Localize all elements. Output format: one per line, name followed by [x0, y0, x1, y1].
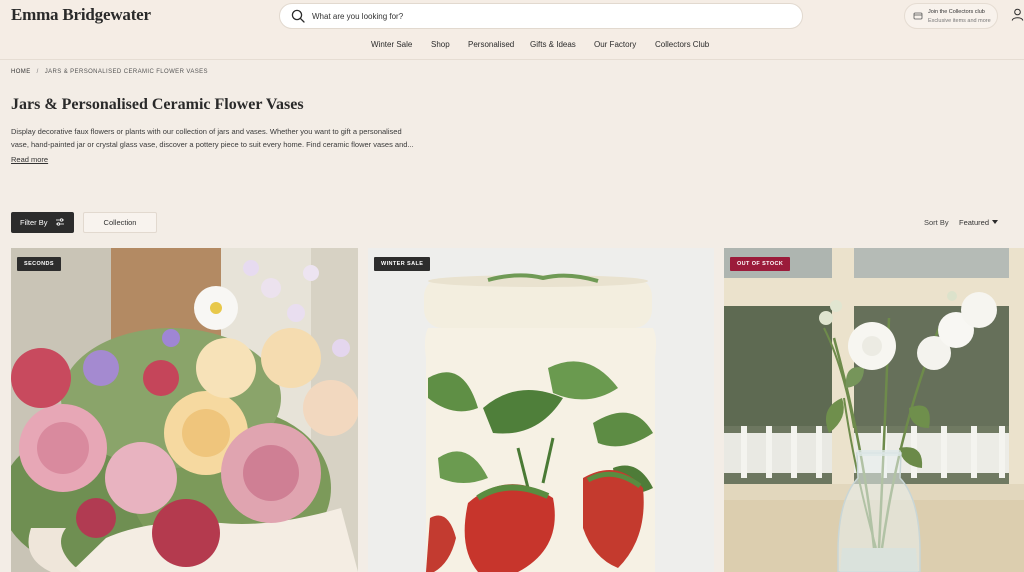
collectors-club-title: Join the Collectors club [928, 9, 985, 15]
sort-value: Featured [959, 218, 990, 227]
sliders-icon [56, 218, 64, 226]
product-card[interactable]: SECONDS [11, 248, 358, 572]
search-icon[interactable] [291, 9, 305, 23]
product-badge: WINTER SALE [374, 257, 431, 271]
description-line: vase, hand-painted jar or crystal glass … [11, 139, 414, 149]
breadcrumb-home[interactable]: HOME [11, 69, 31, 75]
nav-item-personalised[interactable]: Personalised [468, 40, 514, 49]
filter-button[interactable]: Filter By [11, 212, 74, 233]
breadcrumb: HOME / JARS & PERSONALISED CERAMIC FLOWER … [11, 69, 208, 75]
filter-button-label: Filter By [20, 218, 48, 227]
collectors-club-button[interactable]: Join the Collectors club Exclusive items… [904, 3, 998, 29]
site-header: Emma Bridgewater Join the Collectors clu… [0, 0, 1024, 60]
product-badge: OUT OF STOCK [730, 257, 791, 271]
category-description: Display decorative faux flowers or plant… [11, 126, 436, 151]
description-line: Display decorative faux flowers or plant… [11, 127, 402, 136]
breadcrumb-separator: / [36, 69, 39, 75]
read-more-link[interactable]: Read more [11, 155, 48, 164]
sort-select[interactable]: Featured [959, 218, 999, 227]
product-image-flowers [11, 248, 358, 572]
collection-filter-button[interactable]: Collection [83, 212, 157, 233]
nav-item-collectors-club[interactable]: Collectors Club [655, 40, 709, 49]
product-image-glass-vase [724, 248, 1024, 572]
product-card[interactable]: WINTER SALE [368, 248, 714, 572]
breadcrumb-current: JARS & PERSONALISED CERAMIC FLOWER VASES [44, 69, 208, 75]
page-title: Jars & Personalised Ceramic Flower Vases [11, 96, 304, 113]
account-icon[interactable] [1011, 8, 1024, 21]
site-logo[interactable]: Emma Bridgewater [11, 5, 151, 25]
search-bar[interactable] [279, 3, 803, 29]
search-input[interactable] [312, 7, 782, 25]
product-card[interactable]: OUT OF STOCK [724, 248, 1024, 572]
product-image-strawberry-jar [368, 248, 714, 572]
card-icon [913, 12, 923, 20]
caret-down-icon [992, 220, 999, 224]
sort-by-label: Sort By [924, 218, 949, 227]
collectors-club-subtitle: Exclusive items and more [928, 18, 991, 24]
nav-item-gifts-ideas[interactable]: Gifts & Ideas [530, 40, 576, 49]
product-badge: SECONDS [17, 257, 61, 271]
nav-item-our-factory[interactable]: Our Factory [594, 40, 636, 49]
nav-item-winter-sale[interactable]: Winter Sale [371, 40, 412, 49]
nav-item-shop[interactable]: Shop [431, 40, 450, 49]
main-nav: Winter Sale Shop Personalised Gifts & Id… [0, 40, 1024, 54]
